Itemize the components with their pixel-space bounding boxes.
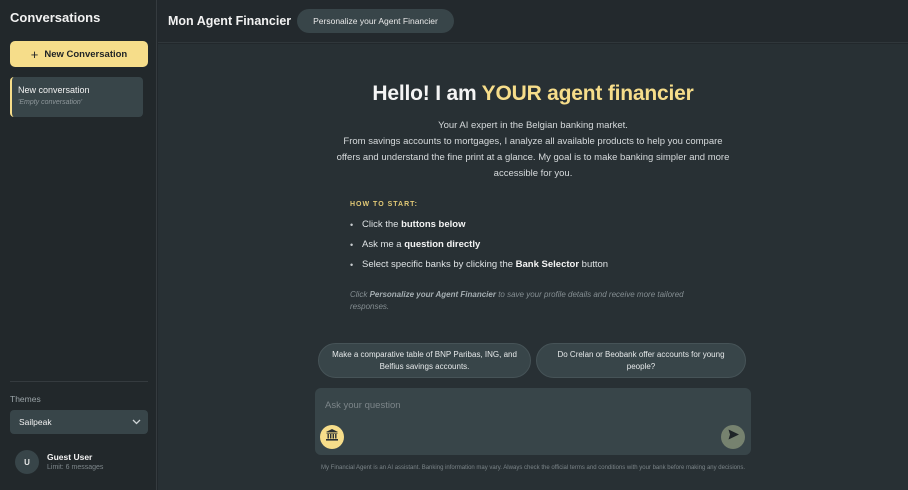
note-text: Click [350, 290, 370, 299]
bank-selector-button[interactable] [320, 425, 344, 449]
plus-icon: + [30, 46, 39, 62]
send-icon [727, 428, 740, 446]
theme-select[interactable]: Sailpeak [10, 410, 148, 434]
conversation-title: New conversation [18, 85, 90, 95]
step-text: Ask me a [362, 239, 405, 250]
themes-label: Themes [10, 394, 41, 404]
hero-title-prefix: Hello! I am [372, 82, 482, 105]
hero-title: Hello! I am YOUR agent financier [158, 82, 908, 106]
steps-list: • Click the buttons below • Ask me a que… [350, 218, 608, 278]
avatar: U [15, 450, 39, 474]
how-to-start-label: HOW TO START: [350, 201, 418, 208]
list-item: • Select specific banks by clicking the … [350, 258, 608, 278]
intro-line-2: From savings accounts to mortgages, I an… [336, 136, 730, 179]
list-item: • Ask me a question directly [350, 238, 608, 258]
bank-icon [325, 428, 339, 447]
sidebar: Conversations + New Conversation New con… [0, 0, 157, 490]
send-button[interactable] [721, 425, 745, 449]
step-emphasis: buttons below [401, 219, 466, 230]
app-title: Mon Agent Financier [168, 14, 292, 28]
hero-title-highlight: YOUR agent financier [481, 82, 694, 105]
personalize-note: Click Personalize your Agent Financier t… [350, 289, 720, 313]
sidebar-divider [10, 381, 148, 382]
user-name: Guest User [47, 452, 93, 462]
suggestion-button-young-accounts[interactable]: Do Crelan or Beobank offer accounts for … [536, 343, 746, 378]
message-composer: Ask your question [315, 388, 751, 455]
step-text: Click the [362, 219, 402, 230]
bullet: • [350, 240, 354, 250]
step-text-suffix: button [579, 259, 609, 270]
conversation-subtitle: 'Empty conversation' [18, 99, 83, 106]
note-emphasis: Personalize your Agent Financier [369, 290, 496, 299]
new-conversation-label: New Conversation [44, 48, 128, 60]
personalize-button[interactable]: Personalize your Agent Financier [297, 9, 454, 33]
header: Mon Agent Financier Personalize your Age… [158, 0, 908, 43]
step-emphasis: question directly [404, 239, 481, 250]
suggestion-button-comparative-table[interactable]: Make a comparative table of BNP Paribas,… [318, 343, 531, 378]
intro-text: Your AI expert in the Belgian banking ma… [333, 118, 733, 182]
intro-line-1: Your AI expert in the Belgian banking ma… [438, 120, 628, 131]
step-emphasis: Bank Selector [515, 259, 580, 270]
user-message-limit: Limit: 6 messages [47, 464, 104, 471]
conversation-item[interactable]: New conversation 'Empty conversation' [10, 77, 143, 117]
disclaimer: My Financial Agent is an AI assistant. B… [321, 465, 745, 471]
bullet: • [350, 260, 354, 270]
bullet: • [350, 220, 354, 230]
list-item: • Click the buttons below [350, 218, 608, 238]
theme-selected-value: Sailpeak [19, 417, 52, 427]
new-conversation-button[interactable]: + New Conversation [10, 41, 148, 67]
main-panel: Hello! I am YOUR agent financier Your AI… [158, 44, 908, 490]
step-text: Select specific banks by clicking the [362, 259, 516, 270]
chevron-down-icon [132, 418, 141, 427]
sidebar-title: Conversations [10, 10, 101, 25]
question-input[interactable]: Ask your question [325, 400, 705, 411]
